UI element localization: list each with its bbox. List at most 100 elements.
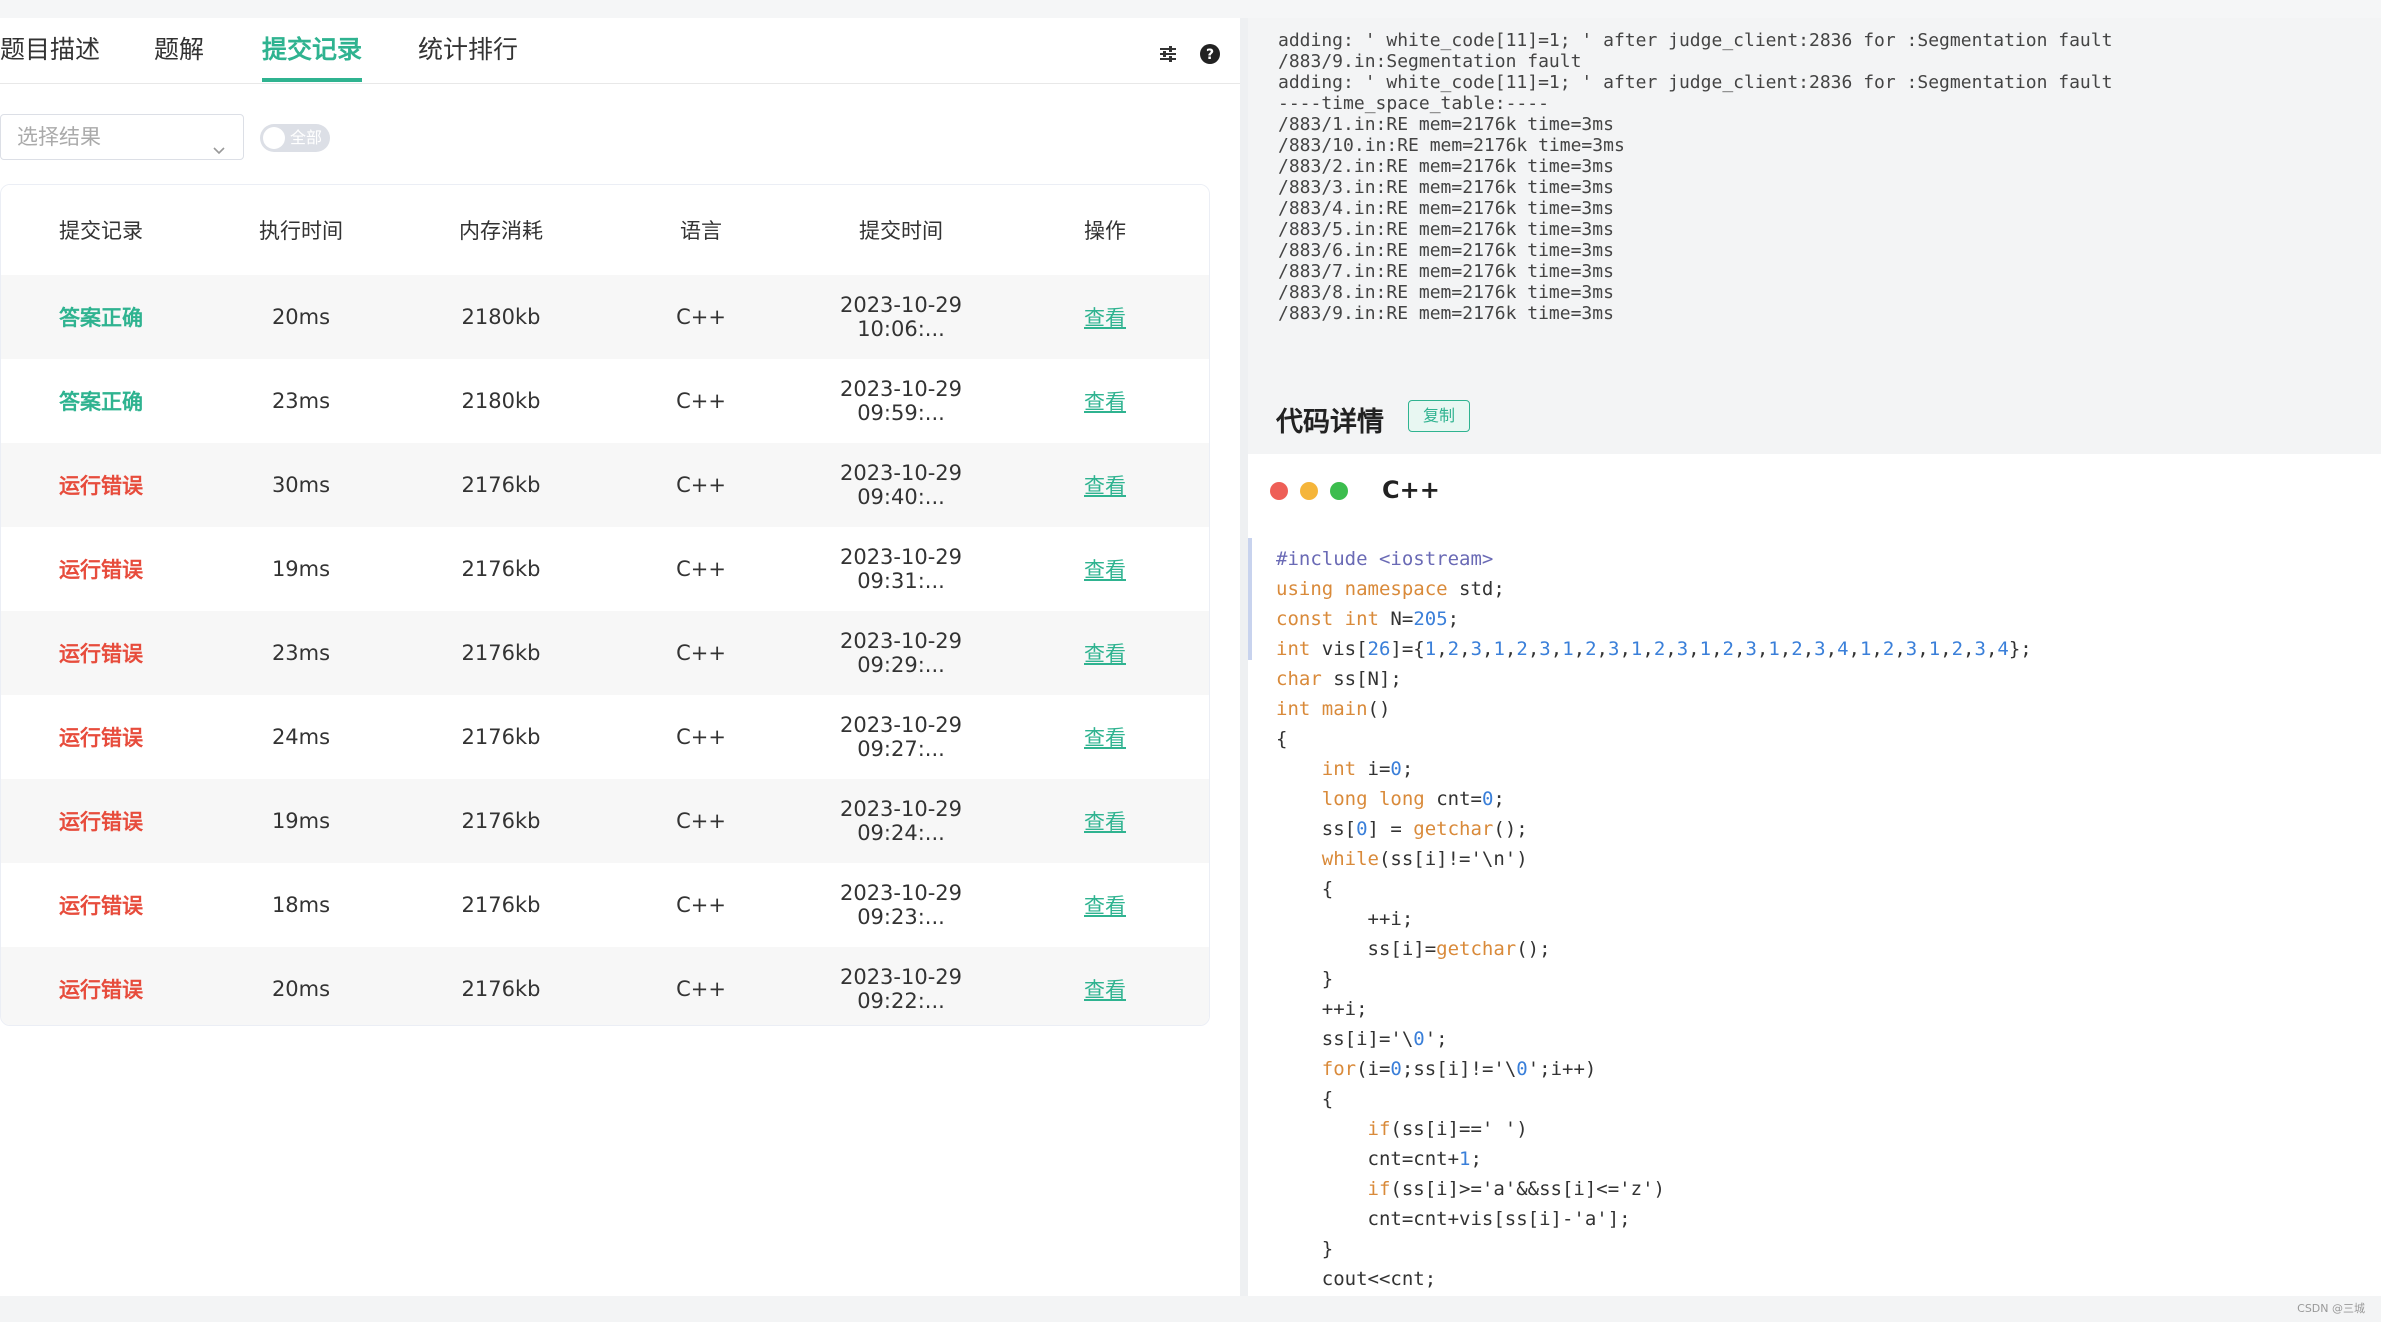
right-panel: adding: ' white_code[11]=1; ' after judg… (1248, 18, 2381, 1296)
table-row: 答案正确 23ms 2180kb C++ 2023-10-29 09:59:... 查看 (1, 359, 1209, 443)
time-cell-wrap: 24ms (201, 695, 401, 779)
time-cell-wrap: 23ms (201, 611, 401, 695)
language-cell: C++ (676, 893, 726, 917)
language-cell: C++ (676, 473, 726, 497)
code-line: ss[i]='\0'; (1276, 1028, 1448, 1050)
result-select[interactable]: 选择结果 (0, 114, 244, 160)
table-row: 答案正确 20ms 2180kb C++ 2023-10-29 10:06:... 查看 (1, 275, 1209, 359)
tab-statistics[interactable]: 统计排行 (418, 32, 518, 82)
log-line: /883/10.in:RE mem=2176k time=3ms (1278, 135, 1625, 156)
view-link[interactable]: 查看 (1084, 306, 1126, 330)
language-cell-wrap: C++ (601, 863, 801, 947)
status-cell-wrap: 答案正确 (1, 359, 201, 443)
submitted-cell-wrap: 2023-10-29 09:59:... (801, 359, 1001, 443)
submitted-cell-wrap: 2023-10-29 09:40:... (801, 443, 1001, 527)
sliders-icon[interactable] (1156, 42, 1180, 66)
view-link[interactable]: 查看 (1084, 726, 1126, 750)
left-panel: 题目描述 题解 提交记录 统计排行 ? 选择结果 全部 提交记录 执行时间 内存… (0, 18, 1240, 1296)
memory-cell-wrap: 2176kb (401, 695, 601, 779)
view-link-wrap: 查看 (1001, 359, 1209, 443)
view-link[interactable]: 查看 (1084, 894, 1126, 918)
log-line: /883/2.in:RE mem=2176k time=3ms (1278, 156, 1614, 177)
view-link[interactable]: 查看 (1084, 642, 1126, 666)
log-line: /883/1.in:RE mem=2176k time=3ms (1278, 114, 1614, 135)
tab-solutions[interactable]: 题解 (154, 32, 204, 82)
view-link[interactable]: 查看 (1084, 810, 1126, 834)
log-line: adding: ' white_code[11]=1; ' after judg… (1278, 30, 2113, 51)
submitted-cell-wrap: 2023-10-29 09:31:... (801, 527, 1001, 611)
code-line: } (1276, 968, 1334, 990)
code-line: if(ss[i]==' ') (1367, 1118, 1528, 1140)
time-cell: 20ms (271, 305, 331, 329)
status-cell: 答案正确 (59, 390, 143, 414)
status-cell-wrap: 运行错误 (1, 947, 201, 1025)
language-cell: C++ (676, 641, 726, 665)
status-cell: 运行错误 (59, 558, 143, 582)
table-row: 运行错误 19ms 2176kb C++ 2023-10-29 09:31:... 查看 (1, 527, 1209, 611)
time-cell-wrap: 20ms (201, 275, 401, 359)
submissions-table: 提交记录 执行时间 内存消耗 语言 提交时间 操作 答案正确 20ms 2180kb… (0, 184, 1210, 1026)
view-link[interactable]: 查看 (1084, 474, 1126, 498)
memory-cell-wrap: 2176kb (401, 947, 601, 1025)
log-line: adding: ' white_code[11]=1; ' after judg… (1278, 72, 2113, 93)
show-all-toggle[interactable]: 全部 (260, 124, 330, 152)
view-link-wrap: 查看 (1001, 947, 1209, 1025)
header-submitted: 提交时间 (801, 185, 1001, 275)
tab-toolbar: ? (1156, 42, 1222, 66)
submitted-cell: 2023-10-29 09:27:... (839, 713, 963, 761)
view-link[interactable]: 查看 (1084, 558, 1126, 582)
tab-submissions[interactable]: 提交记录 (262, 32, 363, 82)
code-line: ++i; (1276, 998, 1368, 1020)
memory-cell-wrap: 2180kb (401, 275, 601, 359)
copy-button[interactable]: 复制 (1408, 400, 1470, 432)
language-cell: C++ (676, 389, 726, 413)
code-line: ss[0] = getchar(); (1276, 818, 1528, 840)
result-select-placeholder: 选择结果 (17, 125, 101, 149)
code-line: { (1276, 878, 1334, 900)
code-scroll-indicator (1248, 538, 1252, 660)
filter-bar: 选择结果 全部 (0, 114, 500, 162)
code-line: #include <iostream> (1276, 548, 1494, 570)
language-cell-wrap: C++ (601, 779, 801, 863)
panel-splitter[interactable] (1240, 18, 1248, 1296)
tab-description[interactable]: 题目描述 (0, 32, 100, 82)
language-cell-wrap: C++ (601, 527, 801, 611)
time-cell-wrap: 30ms (201, 443, 401, 527)
table-row: 运行错误 19ms 2176kb C++ 2023-10-29 09:24:... 查看 (1, 779, 1209, 863)
code-line: using namespace std; (1276, 578, 1505, 600)
time-cell-wrap: 18ms (201, 863, 401, 947)
svg-text:?: ? (1206, 47, 1214, 63)
header-time: 执行时间 (201, 185, 401, 275)
submitted-cell-wrap: 2023-10-29 09:27:... (801, 695, 1001, 779)
time-cell: 19ms (271, 809, 331, 833)
memory-cell: 2176kb (461, 641, 541, 665)
code-line: { (1276, 1088, 1334, 1110)
log-line: /883/8.in:RE mem=2176k time=3ms (1278, 282, 1614, 303)
status-cell-wrap: 答案正确 (1, 275, 201, 359)
code-line: for(i=0;ss[i]!='\0';i++) (1321, 1058, 1597, 1080)
time-cell-wrap: 19ms (201, 779, 401, 863)
language-cell: C++ (676, 557, 726, 581)
view-link[interactable]: 查看 (1084, 978, 1126, 1002)
red-dot-icon (1270, 482, 1288, 500)
question-circle-icon[interactable]: ? (1198, 42, 1222, 66)
view-link[interactable]: 查看 (1084, 390, 1126, 414)
table-header-row: 提交记录 执行时间 内存消耗 语言 提交时间 操作 (1, 185, 1209, 275)
memory-cell: 2180kb (461, 305, 541, 329)
status-cell: 运行错误 (59, 810, 143, 834)
time-cell-wrap: 19ms (201, 527, 401, 611)
submitted-cell: 2023-10-29 09:40:... (839, 461, 963, 509)
status-cell-wrap: 运行错误 (1, 779, 201, 863)
browser-top-strip (0, 0, 2381, 18)
table-row: 运行错误 20ms 2176kb C++ 2023-10-29 09:22:... 查看 (1, 947, 1209, 1025)
problem-tabs: 题目描述 题解 提交记录 统计排行 ? (0, 18, 1240, 84)
green-dot-icon (1330, 482, 1348, 500)
status-cell-wrap: 运行错误 (1, 611, 201, 695)
status-cell: 运行错误 (59, 894, 143, 918)
code-line: cnt=cnt+1; (1276, 1148, 1482, 1170)
memory-cell: 2176kb (461, 809, 541, 833)
view-link-wrap: 查看 (1001, 527, 1209, 611)
status-cell: 答案正确 (59, 306, 143, 330)
memory-cell-wrap: 2176kb (401, 779, 601, 863)
view-link-wrap: 查看 (1001, 779, 1209, 863)
